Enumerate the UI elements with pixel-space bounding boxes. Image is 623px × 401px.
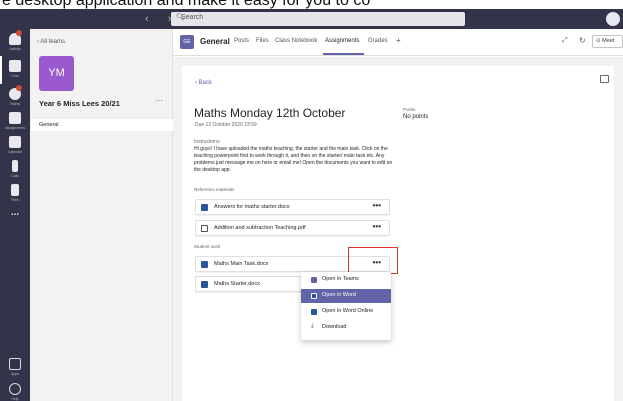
search-placeholder: 🔍︎ Search [176,14,204,21]
channel-item-general[interactable]: General [31,119,173,131]
rail-item-activity[interactable]: Activity [0,29,30,59]
teams-icon [311,277,317,283]
tab-assignments[interactable]: Assignments [325,38,359,44]
refresh-icon[interactable]: ↻ [579,36,586,45]
back-link[interactable]: ‹ Back [195,80,212,86]
calendar-icon [9,136,21,148]
search-input[interactable]: 🔍︎ Search [171,12,465,26]
help-icon [9,383,21,395]
word-online-icon [311,309,317,315]
chat-icon [9,60,21,72]
user-avatar[interactable] [606,12,620,26]
student-work-label: Student work [194,244,221,249]
tab-posts[interactable]: Posts [234,38,249,44]
file-more-button[interactable]: ••• [373,222,381,231]
apps-icon [9,358,21,370]
word-icon [201,261,208,268]
assignments-icon [9,112,21,124]
highlight-annotation-box [348,247,398,274]
assignment-title: Maths Monday 12th October [194,106,346,120]
channel-label: General [39,122,59,128]
word-icon [311,293,317,299]
add-tab-button[interactable]: + [396,36,401,45]
due-date: Due 12 October 2020 23:59 [195,122,257,128]
team-more-button[interactable]: ··· [155,96,163,105]
menu-item-open-in-word[interactable]: Open in Word [301,289,391,303]
team-avatar: YM [39,56,74,91]
rail-item-chat[interactable]: Chat [0,56,30,86]
file-icon [11,184,19,196]
teams-badge [16,85,22,91]
points-value: No points [403,114,429,120]
activity-badge [16,30,22,36]
instructions-text: Hi guys! I have uploaded the maths teach… [194,146,393,174]
pdf-icon [201,225,208,232]
file-more-button[interactable]: ••• [373,201,381,210]
channel-title: General [200,37,230,46]
teams-window: { "caption": "e desktop application and … [0,0,623,401]
app-rail: Activity Chat Teams Assignments Calendar… [0,29,30,401]
channel-badge: GE [180,35,194,49]
menu-item-open-in-teams[interactable]: Open in Teams [301,273,391,287]
all-teams-link[interactable]: ‹ All teams [37,39,65,45]
active-tab-indicator [323,53,364,55]
word-icon [201,281,208,288]
meet-button[interactable]: ⊙ Meet [592,35,623,48]
reference-materials-label: Reference materials [194,187,235,192]
points-label: Points [403,107,416,112]
phone-icon [12,160,18,172]
rail-item-help[interactable]: Help [0,379,30,401]
file-row-teaching-pdf[interactable]: Addition and subtraction Teaching.pdf ••… [195,220,390,236]
rail-item-more[interactable]: ... [0,207,30,237]
menu-item-open-in-word-online[interactable]: Open in Word Online [301,305,391,319]
team-name: Year 6 Miss Lees 20/21 [39,99,120,108]
rail-item-files[interactable]: Files [0,180,30,210]
file-context-menu: Open in Teams Open in Word Open in Word … [301,272,391,340]
expand-icon[interactable]: ⤢ [562,37,568,45]
share-icon[interactable] [600,75,609,83]
word-icon [201,204,208,211]
download-icon: ⤓ [311,323,314,329]
caption-text: e desktop application and make it easy f… [0,0,623,9]
menu-item-download[interactable]: ⤓ Download [301,321,391,335]
tab-class-notebook[interactable]: Class Notebook [275,38,317,44]
tab-grades[interactable]: Grades [368,38,388,44]
tab-files[interactable]: Files [256,38,269,44]
file-row-answers-starter[interactable]: Answers for maths starter.docx ••• [195,199,390,215]
instructions-label: Instructions [194,139,220,145]
more-icon: ... [10,207,20,218]
